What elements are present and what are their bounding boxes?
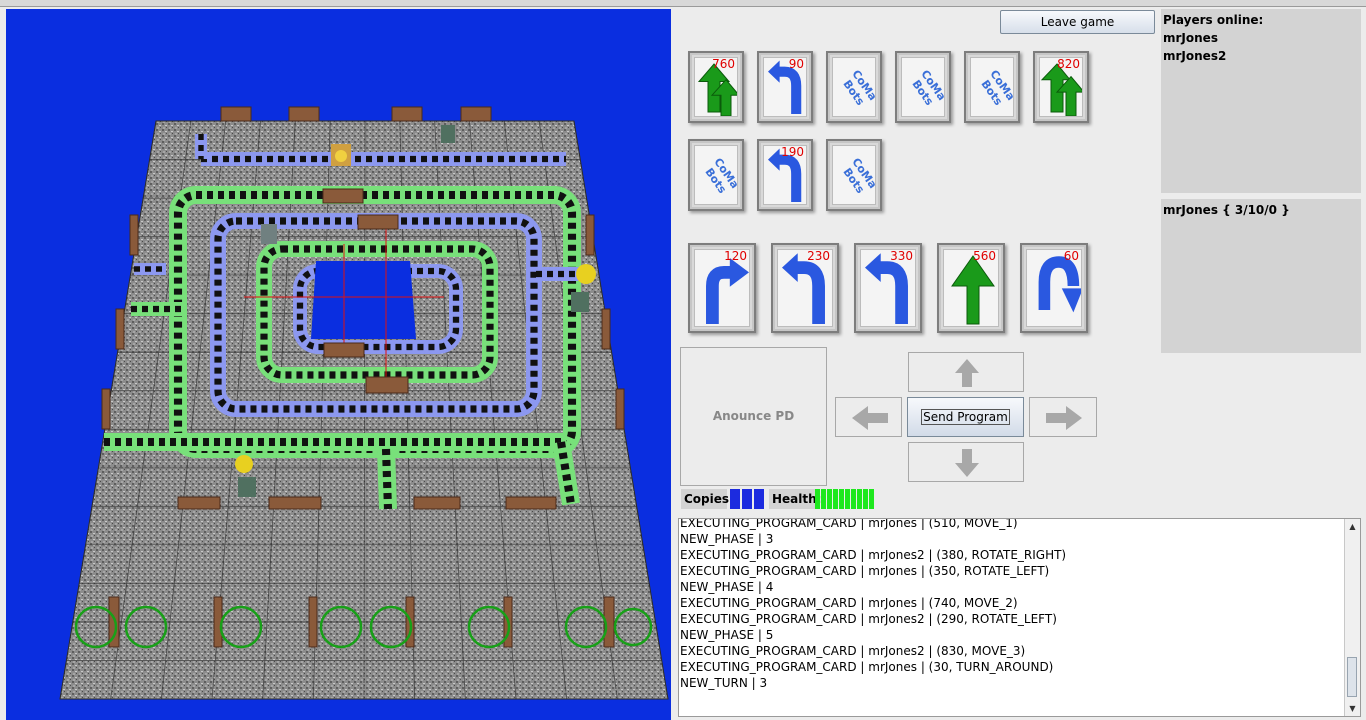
card-back-logo-icon: CoMa Bots: [909, 67, 945, 108]
hand-card[interactable]: 190: [757, 139, 813, 211]
card-face: 120: [694, 249, 750, 327]
board-svg: [59, 106, 669, 700]
health-block: [851, 489, 856, 509]
log-entry: NEW_TURN | 3: [680, 676, 768, 690]
program-card[interactable]: 120: [688, 243, 756, 333]
log-entry: EXECUTING_PROGRAM_CARD | mrJones | (740,…: [680, 596, 1018, 610]
arrow-left-icon: [852, 406, 888, 430]
player-name: mrJones2: [1163, 49, 1227, 63]
robot-mrjones[interactable]: [331, 144, 351, 166]
card-face: CoMa Bots: [832, 145, 876, 205]
scroll-up-icon[interactable]: ▲: [1345, 519, 1360, 534]
card-back-logo-icon: CoMa Bots: [840, 67, 876, 108]
card-face: CoMa Bots: [694, 145, 738, 205]
card-back-logo-icon: CoMa Bots: [840, 155, 876, 196]
central-pit: [311, 261, 416, 339]
card-face: 330: [860, 249, 916, 327]
hand-card[interactable]: CoMa Bots: [895, 51, 951, 123]
card-priority: 560: [973, 249, 996, 263]
leave-game-button[interactable]: Leave game: [1000, 10, 1155, 34]
log-entry: EXECUTING_PROGRAM_CARD | mrJones | (510,…: [680, 518, 1018, 530]
log-scrollbar[interactable]: ▲ ▼: [1344, 519, 1360, 716]
log-entry: NEW_PHASE | 3: [680, 532, 774, 546]
card-face: 90: [763, 57, 807, 117]
card-priority: 60: [1063, 249, 1079, 263]
card-face: CoMa Bots: [832, 57, 876, 117]
hand-card[interactable]: CoMa Bots: [964, 51, 1020, 123]
card-face: CoMa Bots: [901, 57, 945, 117]
scroll-down-icon[interactable]: ▼: [1345, 701, 1360, 716]
card-priority: 90: [788, 57, 804, 71]
card-priority: 190: [781, 145, 804, 159]
log-entry: NEW_PHASE | 5: [680, 628, 774, 642]
card-priority: 120: [724, 249, 747, 263]
players-online-panel: Players online: mrJones mrJones2: [1161, 9, 1361, 193]
player-status-panel: mrJones { 3/10/0 }: [1161, 199, 1361, 353]
card-back-logo-icon: CoMa Bots: [978, 67, 1014, 108]
copies-label: Copies:: [681, 489, 734, 509]
log-entry: EXECUTING_PROGRAM_CARD | mrJones | (30, …: [680, 660, 1054, 674]
copy-block: [730, 489, 740, 509]
send-program-label: Send Program: [921, 409, 1010, 425]
arrow-right-button[interactable]: [1029, 397, 1097, 437]
send-program-button[interactable]: Send Program: [907, 397, 1024, 437]
log-entry: EXECUTING_PROGRAM_CARD | mrJones2 | (380…: [680, 548, 1067, 562]
health-block: [821, 489, 826, 509]
health-label: Health:: [769, 489, 821, 509]
program-card[interactable]: 330: [854, 243, 922, 333]
arrow-down-icon: [955, 449, 979, 477]
scroll-thumb[interactable]: [1347, 657, 1357, 697]
hand-card[interactable]: 760: [688, 51, 744, 123]
hand-card[interactable]: CoMa Bots: [826, 51, 882, 123]
card-face: CoMa Bots: [970, 57, 1014, 117]
log-entry: NEW_PHASE | 4: [680, 580, 774, 594]
health-block: [839, 489, 844, 509]
hand-card[interactable]: 90: [757, 51, 813, 123]
card-face: 760: [694, 57, 738, 117]
health-block: [827, 489, 832, 509]
card-face: 820: [1039, 57, 1083, 117]
log-entry: EXECUTING_PROGRAM_CARD | mrJones2 | (830…: [680, 644, 1026, 658]
arrow-up-button[interactable]: [908, 352, 1024, 392]
log-entry: EXECUTING_PROGRAM_CARD | mrJones2 | (290…: [680, 612, 1057, 626]
log-entry: EXECUTING_PROGRAM_CARD | mrJones | (350,…: [680, 564, 1050, 578]
announce-power-down-button[interactable]: Anounce PD: [680, 347, 827, 486]
card-priority: 760: [712, 57, 735, 71]
copy-block: [754, 489, 764, 509]
card-face: 60: [1026, 249, 1082, 327]
health-block: [833, 489, 838, 509]
program-card[interactable]: 230: [771, 243, 839, 333]
program-card[interactable]: 560: [937, 243, 1005, 333]
card-priority: 230: [807, 249, 830, 263]
hand-card[interactable]: CoMa Bots: [826, 139, 882, 211]
event-log-list: EXECUTING_PROGRAM_CARD | mrJones | (510,…: [679, 518, 1067, 691]
card-priority: 820: [1057, 57, 1080, 71]
hand-card[interactable]: 820: [1033, 51, 1089, 123]
health-block: [845, 489, 850, 509]
program-card[interactable]: 60: [1020, 243, 1088, 333]
card-face: 230: [777, 249, 833, 327]
copy-block: [742, 489, 752, 509]
arrow-up-icon: [955, 359, 979, 387]
card-priority: 330: [890, 249, 913, 263]
game-board-3d-view[interactable]: [6, 9, 671, 720]
card-face: 560: [943, 249, 999, 327]
player-name: mrJones: [1163, 31, 1218, 45]
health-block: [869, 489, 874, 509]
arrow-left-button[interactable]: [835, 397, 902, 437]
health-indicator: [815, 489, 874, 509]
arrow-down-button[interactable]: [908, 442, 1024, 482]
arrow-right-icon: [1046, 406, 1082, 430]
players-title: Players online:: [1163, 13, 1264, 27]
card-back-logo-icon: CoMa Bots: [702, 155, 738, 196]
event-log[interactable]: EXECUTING_PROGRAM_CARD | mrJones | (510,…: [678, 518, 1361, 717]
hand-card[interactable]: CoMa Bots: [688, 139, 744, 211]
card-face: 190: [763, 145, 807, 205]
health-block: [815, 489, 820, 509]
health-block: [857, 489, 862, 509]
health-block: [863, 489, 868, 509]
copies-indicator: [730, 489, 764, 509]
window-top-edge: [0, 0, 1366, 7]
player-status-text: mrJones { 3/10/0 }: [1163, 203, 1290, 217]
